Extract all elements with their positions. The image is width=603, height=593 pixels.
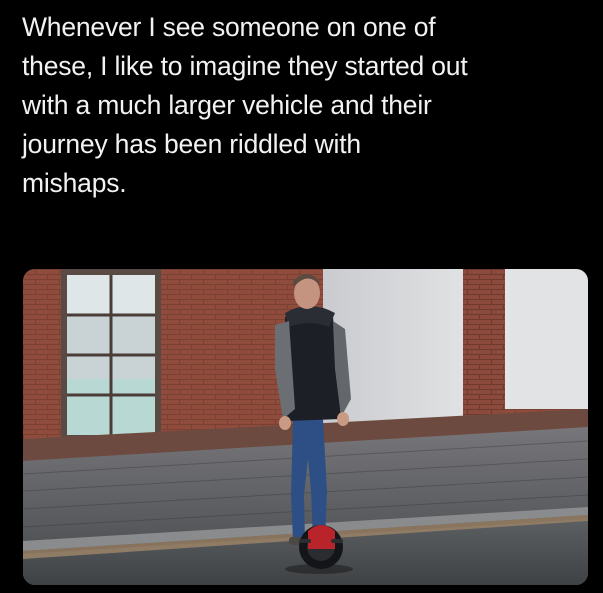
caption-line: mishaps. [22, 168, 127, 198]
photo-illustration [23, 269, 588, 585]
caption-line: journey has been riddled with [22, 129, 361, 159]
unicycle-photo [23, 269, 588, 585]
caption-line: with a much larger vehicle and their [22, 90, 432, 120]
electric-unicycle [299, 525, 343, 569]
caption-line: Whenever I see someone on one of [22, 12, 436, 42]
building-window [61, 269, 161, 444]
caption-line: these, I like to imagine they started ou… [22, 51, 468, 81]
meme-caption: Whenever I see someone on one of these, … [22, 8, 592, 203]
